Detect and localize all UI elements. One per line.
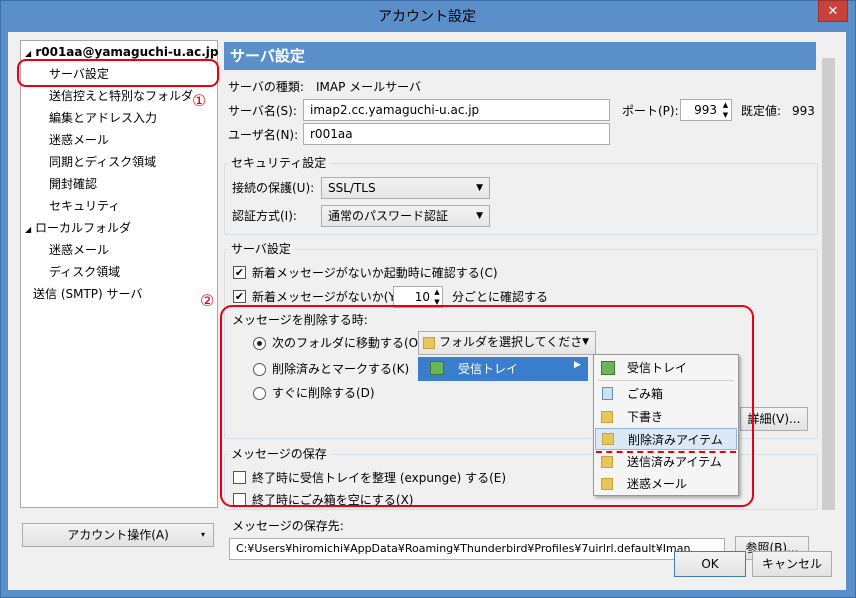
tree-item-copies-folders[interactable]: 送信控えと特別なフォルダ [21, 85, 217, 107]
annotation-2: ② [200, 291, 215, 310]
security-group-title: セキュリティ設定 [228, 155, 330, 171]
server-type-label: サーバの種類: [228, 80, 304, 94]
server-name-input[interactable]: imap2.cc.yamaguchi-u.ac.jp [303, 99, 610, 121]
tree-local-folders[interactable]: ◢ ローカルフォルダ [21, 217, 217, 239]
scrollbar-thumb[interactable] [822, 58, 835, 510]
username-label: ユーザ名(N): [228, 128, 299, 142]
minutes-suffix: 分ごとに確認する [452, 290, 549, 304]
tree-item-composition[interactable]: 編集とアドレス入力 [21, 107, 217, 129]
underline-deleted-items [596, 451, 736, 453]
check-every-label[interactable]: 新着メッセージがないか(Y) [252, 287, 400, 307]
tree-item-junk[interactable]: 迷惑メール [21, 129, 217, 151]
annotation-1: ① [192, 91, 207, 110]
check-every-checkbox[interactable]: ✔ [233, 290, 246, 303]
title-bar: アカウント設定 ✕ [0, 0, 854, 34]
check-startup-label[interactable]: 新着メッセージがないか起動時に確認する(C) [252, 263, 498, 283]
highlight-server-settings [17, 59, 219, 87]
chevron-down-icon: ▼ [476, 211, 483, 221]
port-spinner[interactable]: ▲ ▼ [720, 100, 731, 120]
highlight-delete-storage [220, 305, 754, 507]
tree-local-disk[interactable]: ディスク領域 [21, 261, 217, 283]
ok-button[interactable]: OK [674, 551, 746, 577]
close-button[interactable]: ✕ [818, 0, 848, 22]
minutes-spinner[interactable]: ▲ ▼ [432, 287, 442, 307]
connection-security-select[interactable]: SSL/TLS ▼ [321, 177, 490, 199]
window-title: アカウント設定 [378, 9, 476, 25]
auth-method-label: 認証方式(I): [232, 209, 297, 223]
auth-method-select[interactable]: 通常のパスワード認証 ▼ [321, 205, 490, 227]
port-label: ポート(P): [622, 104, 679, 118]
security-group [224, 163, 818, 235]
chevron-down-icon: ▼ [476, 183, 483, 193]
account-actions-button[interactable]: アカウント操作(A) ▾ [22, 523, 214, 547]
tree-item-sync[interactable]: 同期とディスク領域 [21, 151, 217, 173]
server-settings-group-title: サーバ設定 [228, 241, 294, 257]
cancel-button[interactable]: キャンセル [752, 551, 832, 577]
connection-security-label: 接続の保護(U): [232, 181, 315, 195]
tree-item-security[interactable]: セキュリティ [21, 195, 217, 217]
account-tree[interactable]: ◢ r001aa@yamaguchi-u.ac.jp サーバ設定 送信控えと特別… [20, 40, 218, 508]
tree-item-receipts[interactable]: 開封確認 [21, 173, 217, 195]
panel-header: サーバ設定 [224, 42, 816, 70]
server-name-label: サーバ名(S): [228, 104, 297, 118]
default-value: 993 [792, 104, 815, 118]
store-path-input[interactable]: C:¥Users¥hiromichi¥AppData¥Roaming¥Thund… [229, 538, 725, 560]
default-label: 既定値: [741, 104, 782, 118]
server-type-value: IMAP メールサーバ [316, 80, 422, 94]
tree-local-junk[interactable]: 迷惑メール [21, 239, 217, 261]
store-path-label: メッセージの保存先: [232, 519, 344, 533]
tree-smtp[interactable]: 送信 (SMTP) サーバ [21, 283, 217, 305]
check-startup-checkbox[interactable]: ✔ [233, 266, 246, 279]
username-input[interactable]: r001aa [303, 123, 610, 145]
